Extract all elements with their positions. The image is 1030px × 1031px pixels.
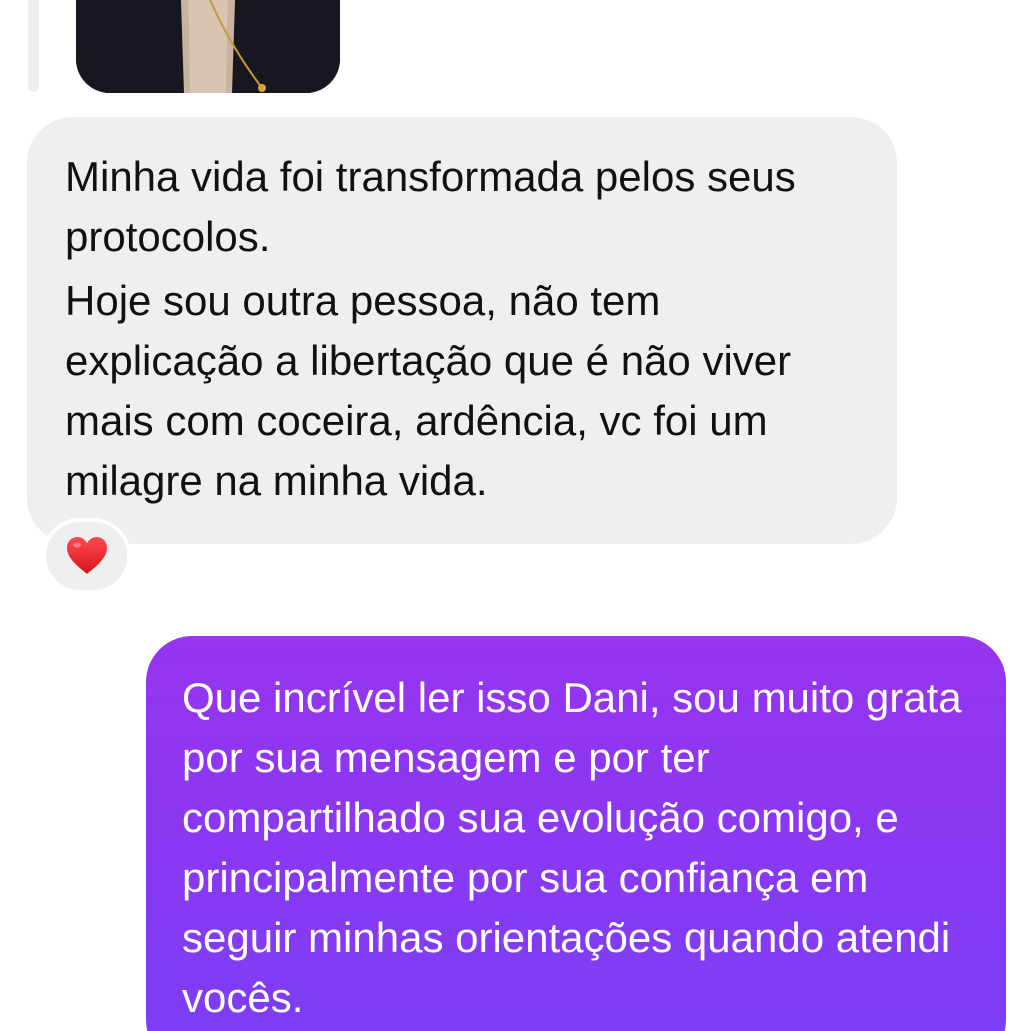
reply-thread-line [28, 0, 39, 92]
photo-thumbnail [76, 0, 340, 93]
shared-photo-message[interactable] [76, 0, 340, 93]
red-heart-icon [66, 537, 107, 574]
received-message-bubble[interactable]: Minha vida foi transformada pelos seus p… [27, 117, 897, 544]
reaction-badge[interactable] [42, 518, 131, 594]
message-text: Minha vida foi transformada pelos seus p… [65, 153, 796, 260]
message-text: Hoje sou outra pessoa, não tem explicaçã… [65, 277, 792, 504]
message-text: Que incrível ler isso Dani, sou muito gr… [182, 674, 962, 1021]
sent-message-bubble[interactable]: Que incrível ler isso Dani, sou muito gr… [146, 636, 1006, 1031]
